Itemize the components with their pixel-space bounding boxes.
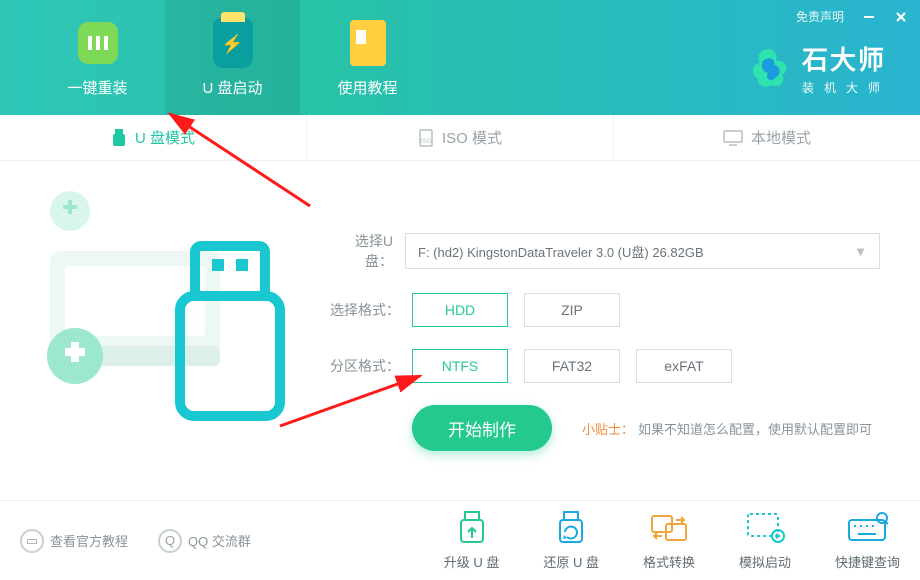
keyboard-icon [846, 510, 888, 546]
config-form: 选择U盘： F: (hd2) KingstonDataTraveler 3.0 … [330, 231, 880, 451]
partition-option-exfat[interactable]: exFAT [636, 349, 732, 383]
top-tab-label: U 盘启动 [202, 77, 262, 98]
footer-tools: 升级 U 盘 还原 U 盘 格式转换 模拟启动 快捷键查询 [444, 510, 900, 571]
top-tabs: 一键重装 U 盘启动 使用教程 [0, 0, 435, 115]
subtab-label: ISO 模式 [442, 127, 502, 148]
format-option-hdd[interactable]: HDD [412, 293, 508, 327]
top-tab-usb-boot[interactable]: U 盘启动 [165, 0, 300, 115]
tool-label: 升级 U 盘 [444, 552, 500, 571]
select-disk-dropdown[interactable]: F: (hd2) KingstonDataTraveler 3.0 (U盘) 2… [405, 233, 880, 269]
select-disk-value: F: (hd2) KingstonDataTraveler 3.0 (U盘) 2… [418, 242, 704, 261]
chevron-down-icon: ▼ [854, 244, 867, 259]
monitor-icon [723, 130, 743, 146]
select-disk-label: 选择U盘： [330, 231, 393, 271]
convert-icon [648, 510, 690, 546]
partition-label: 分区格式： [330, 356, 400, 376]
tool-restore-usb[interactable]: 还原 U 盘 [543, 510, 599, 571]
restore-usb-icon [550, 510, 592, 546]
titlebar: 一键重装 U 盘启动 使用教程 免责声明 石大师 装机大师 [0, 0, 920, 115]
tutorial-icon [348, 17, 388, 69]
minimize-button[interactable] [862, 10, 876, 24]
top-tab-tutorial[interactable]: 使用教程 [300, 0, 435, 115]
titlebar-right: 免责声明 [796, 8, 908, 25]
subtab-iso-mode[interactable]: ISO ISO 模式 [307, 115, 614, 160]
footer-link-qq[interactable]: Q QQ 交流群 [158, 529, 251, 553]
top-tab-label: 使用教程 [337, 77, 397, 98]
partition-option-fat32[interactable]: FAT32 [524, 349, 620, 383]
footer-left: ▭ 查看官方教程 Q QQ 交流群 [20, 529, 251, 553]
disclaimer-link[interactable]: 免责声明 [796, 8, 844, 25]
main-panel: 选择U盘： F: (hd2) KingstonDataTraveler 3.0 … [0, 161, 920, 500]
usb-icon [111, 129, 127, 147]
start-create-button[interactable]: 开始制作 [412, 405, 552, 451]
tool-hotkey-lookup[interactable]: 快捷键查询 [835, 510, 900, 571]
hint-text: 小贴士： 如果不知道怎么配置，使用默认配置即可 [582, 419, 872, 438]
format-label: 选择格式： [330, 300, 400, 320]
usb-boot-icon [213, 17, 253, 69]
tool-label: 格式转换 [643, 552, 695, 571]
partition-option-group: NTFS FAT32 exFAT [412, 349, 732, 383]
partition-option-ntfs[interactable]: NTFS [412, 349, 508, 383]
subtab-label: 本地模式 [751, 127, 811, 148]
tool-format-convert[interactable]: 格式转换 [643, 510, 695, 571]
sub-tabs: U 盘模式 ISO ISO 模式 本地模式 [0, 115, 920, 161]
hint-label: 小贴士： [582, 422, 634, 437]
format-option-group: HDD ZIP [412, 293, 620, 327]
footer-link-label: 查看官方教程 [50, 531, 128, 550]
subtab-local-mode[interactable]: 本地模式 [614, 115, 920, 160]
close-button[interactable] [894, 10, 908, 24]
tool-label: 模拟启动 [739, 552, 791, 571]
format-option-zip[interactable]: ZIP [524, 293, 620, 327]
upgrade-usb-icon [451, 510, 493, 546]
logo-icon [746, 45, 792, 91]
reinstall-icon [78, 17, 118, 69]
tool-upgrade-usb[interactable]: 升级 U 盘 [444, 510, 500, 571]
hint-body: 如果不知道怎么配置，使用默认配置即可 [638, 422, 872, 437]
simulate-icon [744, 510, 786, 546]
book-icon: ▭ [20, 529, 44, 553]
iso-icon: ISO [418, 129, 434, 147]
qq-icon: Q [158, 529, 182, 553]
footer-link-tutorial[interactable]: ▭ 查看官方教程 [20, 529, 128, 553]
tool-simulate-boot[interactable]: 模拟启动 [739, 510, 791, 571]
primary-button-label: 开始制作 [448, 416, 516, 441]
subtab-usb-mode[interactable]: U 盘模式 [0, 115, 307, 160]
logo-title: 石大师 [802, 40, 890, 77]
brand-logo: 石大师 装机大师 [746, 40, 890, 96]
top-tab-label: 一键重装 [67, 77, 127, 98]
footer: ▭ 查看官方教程 Q QQ 交流群 升级 U 盘 还原 U 盘 格式转换 模拟启… [0, 500, 920, 580]
usb-illustration [20, 181, 300, 421]
top-tab-reinstall[interactable]: 一键重装 [30, 0, 165, 115]
footer-link-label: QQ 交流群 [188, 531, 251, 550]
logo-subtitle: 装机大师 [802, 79, 890, 96]
subtab-label: U 盘模式 [135, 127, 195, 148]
svg-text:ISO: ISO [421, 139, 432, 145]
tool-label: 还原 U 盘 [543, 552, 599, 571]
tool-label: 快捷键查询 [835, 552, 900, 571]
